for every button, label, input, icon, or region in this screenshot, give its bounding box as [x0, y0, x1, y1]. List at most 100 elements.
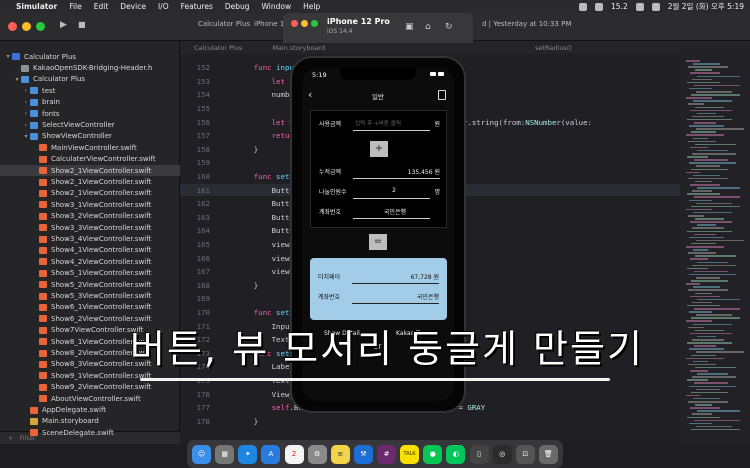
navigator-item-label: Show9_2ViewController.swift: [51, 383, 152, 392]
navigator-item[interactable]: Show5_3ViewController.swift: [0, 290, 180, 301]
equals-button[interactable]: =: [369, 234, 387, 250]
minimap-line: [688, 363, 716, 366]
menu-app-name[interactable]: Simulator: [16, 2, 57, 11]
xcode-icon[interactable]: ⚒: [353, 444, 373, 464]
close-window-button[interactable]: [291, 20, 298, 27]
navigator-item[interactable]: AppDelegate.swift: [0, 404, 180, 415]
navigator-item[interactable]: Show2_1ViewController.swift: [0, 176, 180, 187]
disclosure-chevron-icon[interactable]: ›: [22, 87, 30, 94]
line-icon[interactable]: ●: [423, 444, 443, 464]
navigator-item[interactable]: CalculaterViewController.swift: [0, 154, 180, 165]
quicktime-icon[interactable]: ◎: [492, 444, 512, 464]
navigator-item[interactable]: Show4_1ViewController.swift: [0, 245, 180, 256]
navigator-item[interactable]: Show5_2ViewController.swift: [0, 279, 180, 290]
account-input[interactable]: 국민은행: [384, 207, 406, 216]
menu-help[interactable]: Help: [303, 2, 320, 11]
menu-io[interactable]: I/O: [158, 2, 169, 11]
navigator-item[interactable]: Show9_2ViewController.swift: [0, 382, 180, 393]
line-number: 164: [196, 226, 210, 236]
navigator-item-label: CalculaterViewController.swift: [51, 155, 156, 164]
navigator-item[interactable]: › brain: [0, 97, 180, 108]
rotate-icon[interactable]: ↻: [445, 22, 453, 32]
navigator-item[interactable]: › test: [0, 85, 180, 96]
status-icon[interactable]: [579, 2, 588, 11]
navigator-item-label: Show5_1ViewController.swift: [51, 269, 152, 278]
caption-underline: [140, 378, 610, 381]
wifi-icon[interactable]: [635, 2, 644, 11]
kakaotalk-icon[interactable]: TALK: [400, 444, 420, 464]
notes-icon[interactable]: ≡: [330, 444, 350, 464]
navigator-item[interactable]: ▾ Calculator Plus: [0, 51, 180, 62]
home-icon[interactable]: ⌂: [425, 22, 431, 32]
zoom-window-button[interactable]: [311, 20, 318, 27]
minimap-line: [694, 84, 740, 87]
navigator-item[interactable]: Main.storyboard: [0, 416, 180, 427]
navigator-item[interactable]: AboutViewController.swift: [0, 393, 180, 404]
navigator-item[interactable]: Show6_1ViewController.swift: [0, 302, 180, 313]
menu-features[interactable]: Features: [181, 2, 213, 11]
search-icon[interactable]: [651, 2, 660, 11]
plus-button[interactable]: +: [370, 141, 388, 157]
menu-window[interactable]: Window: [262, 2, 292, 11]
zoom-window-button[interactable]: [36, 22, 45, 31]
navigator-item[interactable]: › fonts: [0, 108, 180, 119]
menu-file[interactable]: File: [69, 2, 82, 11]
finder-icon[interactable]: ☺: [192, 444, 211, 464]
minimap[interactable]: [680, 54, 750, 444]
safari-icon[interactable]: ✦: [238, 444, 258, 464]
people-input[interactable]: 2: [392, 187, 396, 194]
menu-debug[interactable]: Debug: [225, 2, 250, 11]
menubar-clock[interactable]: 2월 2일 (화) 오후 5:19: [668, 1, 744, 12]
minimize-window-button[interactable]: [301, 20, 308, 27]
jump-bar-function[interactable]: setRadius(): [535, 44, 572, 52]
calendar-icon[interactable]: 2: [284, 444, 304, 464]
disclosure-chevron-icon[interactable]: ›: [22, 110, 30, 117]
navigator-item[interactable]: Show3_4ViewController.swift: [0, 233, 180, 244]
navigator-item[interactable]: Show4_2ViewController.swift: [0, 256, 180, 267]
scheme-selector[interactable]: Calculator Plus: [198, 20, 250, 28]
close-window-button[interactable]: [8, 22, 17, 31]
minimap-line: [691, 428, 740, 431]
navigator-item[interactable]: MainViewController.swift: [0, 142, 180, 153]
disclosure-chevron-icon[interactable]: ▾: [13, 76, 21, 83]
trash-icon[interactable]: [438, 90, 446, 100]
launchpad-icon[interactable]: ▦: [215, 444, 235, 464]
code-line[interactable]: 178 }: [180, 416, 680, 427]
run-icon[interactable]: ▶: [60, 20, 67, 30]
disclosure-chevron-icon[interactable]: ›: [22, 99, 30, 106]
simulator-icon[interactable]: ▯: [469, 444, 489, 464]
navigator-item[interactable]: ▾ Calculator Plus: [0, 74, 180, 85]
naver-icon[interactable]: ◐: [446, 444, 466, 464]
screenshot-icon[interactable]: ▣: [405, 22, 414, 32]
navigator-item[interactable]: Show3_1ViewController.swift: [0, 199, 180, 210]
slack-icon[interactable]: #: [377, 444, 396, 464]
navigator-item[interactable]: Show2_1ViewController.swift: [0, 165, 180, 177]
disclosure-chevron-icon[interactable]: ▾: [22, 133, 30, 140]
navigator-item[interactable]: KakaoOpenSDK-Bridging-Header.h: [0, 62, 180, 73]
minimize-window-button[interactable]: [22, 22, 31, 31]
disclosure-chevron-icon[interactable]: ▾: [4, 53, 12, 60]
jump-bar-project[interactable]: Calculator Plus: [194, 44, 242, 52]
dutch-pay-row: 더치페이 67,728 원: [318, 270, 439, 284]
navigator-item-label: KakaoOpenSDK-Bridging-Header.h: [33, 64, 153, 73]
screenshot-icon[interactable]: ⊡: [515, 444, 535, 464]
navigator-item[interactable]: SceneDelegate.swift: [0, 427, 180, 438]
minimap-line: [687, 156, 708, 158]
navigator-item[interactable]: Show5_1ViewController.swift: [0, 268, 180, 279]
trash-icon[interactable]: 🗑: [538, 444, 558, 464]
menu-device[interactable]: Device: [120, 2, 146, 11]
battery-percent[interactable]: 15.2: [611, 2, 628, 11]
navigator-item[interactable]: › SelectViewController: [0, 119, 180, 130]
navigator-item[interactable]: ▾ ShowViewController: [0, 131, 180, 142]
disclosure-chevron-icon[interactable]: ›: [22, 122, 30, 129]
navigator-item[interactable]: Show3_2ViewController.swift: [0, 211, 180, 222]
stop-icon[interactable]: ■: [78, 20, 86, 29]
preferences-icon[interactable]: ⚙: [307, 444, 327, 464]
amount-input[interactable]: 입력 후 +버튼 클릭: [355, 119, 401, 127]
navigator-item[interactable]: Show2_1ViewController.swift: [0, 188, 180, 199]
menu-edit[interactable]: Edit: [94, 2, 109, 11]
navigator-item[interactable]: Show3_3ViewController.swift: [0, 222, 180, 233]
menubar-status-area: 15.2 2월 2일 (화) 오후 5:19: [579, 1, 744, 12]
appstore-icon[interactable]: A: [261, 444, 281, 464]
status-icon[interactable]: [595, 2, 604, 11]
